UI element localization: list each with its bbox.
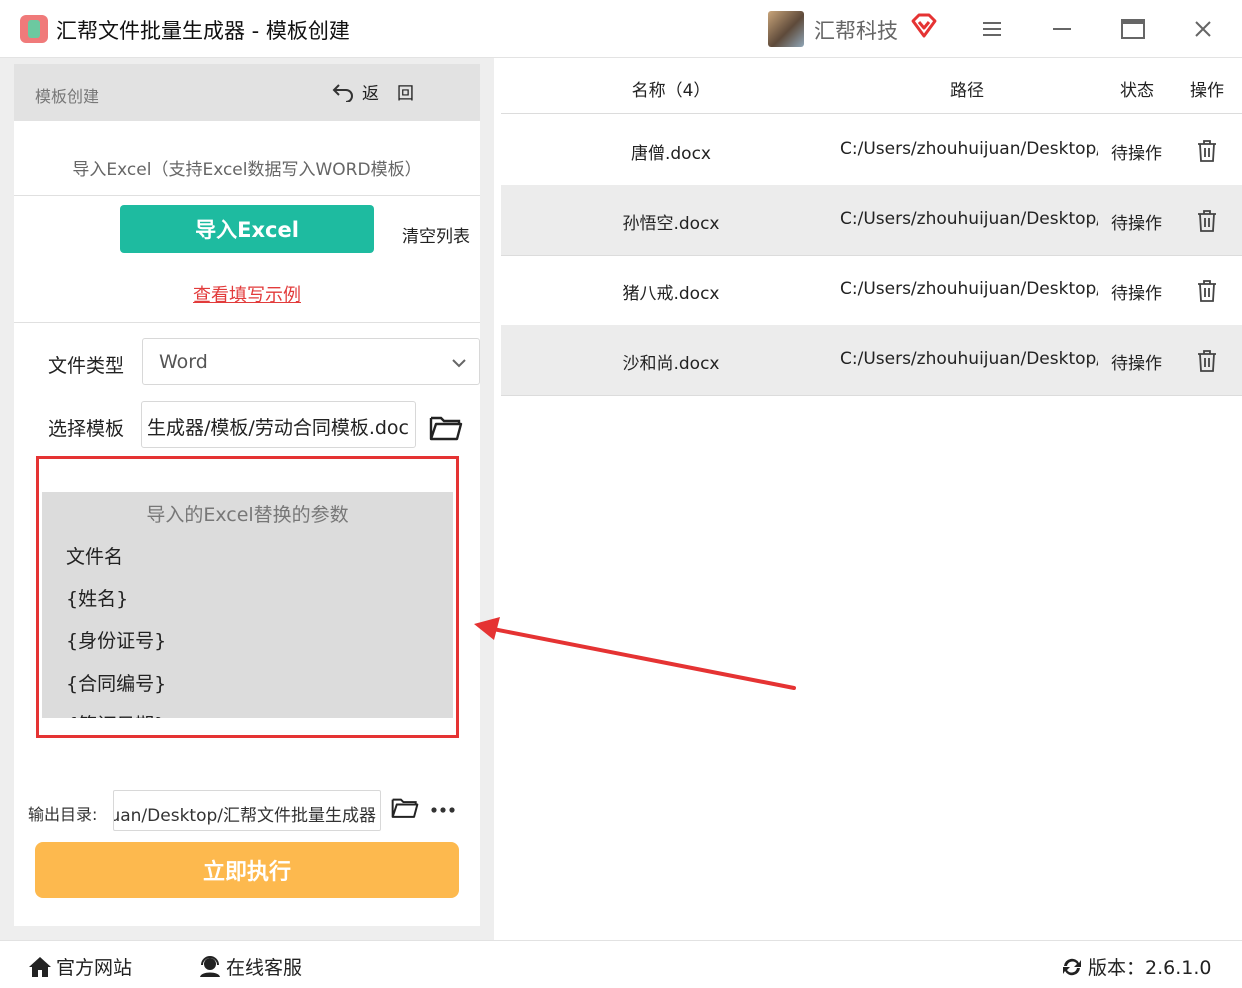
home-icon (29, 956, 51, 977)
close-icon (1195, 21, 1211, 37)
annotation-arrow-icon (474, 617, 796, 690)
file-type-label: 文件类型 (48, 355, 125, 377)
vip-diamond-icon[interactable] (910, 12, 938, 40)
output-dir-input[interactable]: uan/Desktop/汇帮文件批量生成器 (113, 790, 381, 831)
template-label: 选择模板 (48, 418, 125, 440)
column-header-name[interactable]: 名称（4） (501, 76, 841, 101)
file-type-select[interactable]: Word (142, 338, 480, 385)
more-options-icon[interactable] (430, 806, 456, 814)
clear-list-button[interactable]: 清空列表 (402, 222, 470, 247)
view-example-link[interactable]: 查看填写示例 (14, 281, 480, 307)
title-bar: 汇帮文件批量生成器 - 模板创建 汇帮科技 (0, 0, 1242, 58)
template-form: 模板创建 返回 导入Excel（支持Excel数据写入WORD模板） 导入Exc… (14, 64, 480, 926)
status-badge: 待操作 (1111, 284, 1162, 304)
window-title: 汇帮文件批量生成器 - 模板创建 (56, 19, 350, 43)
list-item: 文件名 (66, 546, 124, 568)
column-header-status[interactable]: 状态 (1111, 76, 1163, 101)
online-support-label: 在线客服 (226, 957, 303, 979)
file-path: C:/Users/zhouhuijuan/Desktop/ (840, 279, 1098, 299)
official-website-link[interactable]: 官方网站 (28, 953, 132, 980)
hamburger-icon (983, 22, 1001, 36)
support-agent-icon (200, 955, 220, 977)
list-item: {签订日期} (66, 710, 166, 718)
list-item: {姓名} (66, 588, 129, 610)
file-path: C:/Users/zhouhuijuan/Desktop/ (840, 349, 1098, 369)
params-title: 导入的Excel替换的参数 (146, 504, 349, 526)
file-name: 孙悟空.docx (622, 214, 720, 234)
trash-icon[interactable] (1196, 139, 1218, 163)
excel-hint: 导入Excel（支持Excel数据写入WORD模板） (72, 160, 422, 180)
maximize-icon (1121, 19, 1145, 39)
chevron-down-icon (452, 359, 466, 368)
trash-icon[interactable] (1196, 349, 1218, 373)
back-label: 返回 (362, 84, 432, 104)
table-header: 名称（4） 路径 状态 操作 (501, 58, 1242, 114)
trash-icon[interactable] (1196, 209, 1218, 233)
table-row[interactable]: 唐僧.docx C:/Users/zhouhuijuan/Desktop/ 待操… (501, 115, 1242, 186)
app-logo-icon (20, 15, 48, 43)
list-item: {合同编号} (66, 673, 167, 695)
back-button[interactable]: 返回 (332, 79, 432, 104)
table-row[interactable]: 孙悟空.docx C:/Users/zhouhuijuan/Desktop/ 待… (501, 185, 1242, 256)
version-info[interactable]: 版本：2.6.1.0 (1060, 953, 1211, 980)
status-badge: 待操作 (1111, 144, 1162, 164)
file-path: C:/Users/zhouhuijuan/Desktop/ (840, 209, 1098, 229)
minimize-button[interactable] (1047, 14, 1077, 44)
output-dir-value: uan/Desktop/汇帮文件批量生成器 (113, 806, 376, 826)
official-website-label: 官方网站 (56, 957, 133, 979)
params-list[interactable]: 导入的Excel替换的参数 文件名 {姓名} {身份证号} {合同编号} {签订… (42, 492, 453, 718)
table-row[interactable]: 猪八戒.docx C:/Users/zhouhuijuan/Desktop/ 待… (501, 255, 1242, 326)
close-button[interactable] (1188, 14, 1218, 44)
file-name: 猪八戒.docx (622, 284, 720, 304)
panel-title: 模板创建 (35, 87, 100, 106)
minimize-icon (1053, 28, 1071, 30)
brand-name: 汇帮科技 (814, 19, 898, 43)
status-badge: 待操作 (1111, 354, 1162, 374)
trash-icon[interactable] (1196, 279, 1218, 303)
file-path: C:/Users/zhouhuijuan/Desktop/ (840, 139, 1098, 159)
open-folder-icon[interactable] (429, 412, 463, 442)
divider (14, 195, 480, 196)
maximize-button[interactable] (1118, 14, 1148, 44)
divider (14, 322, 480, 323)
execute-button[interactable]: 立即执行 (35, 842, 459, 898)
avatar[interactable] (768, 11, 804, 47)
version-label: 版本：2.6.1.0 (1088, 957, 1212, 979)
open-folder-icon[interactable] (391, 794, 419, 820)
table-row[interactable]: 沙和尚.docx C:/Users/zhouhuijuan/Desktop/ 待… (501, 325, 1242, 396)
file-table: 名称（4） 路径 状态 操作 唐僧.docx C:/Users/zhouhuij… (501, 58, 1242, 940)
output-dir-label: 输出目录: (28, 805, 98, 824)
panel-header: 模板创建 返回 (14, 64, 480, 121)
file-type-value: Word (159, 351, 208, 373)
status-bar: 官方网站 在线客服 版本：2.6.1.0 (0, 940, 1242, 988)
column-header-action: 操作 (1190, 81, 1224, 101)
undo-arrow-icon (332, 83, 353, 102)
left-panel: 模板创建 返回 导入Excel（支持Excel数据写入WORD模板） 导入Exc… (0, 58, 494, 940)
column-header-path[interactable]: 路径 (941, 76, 993, 101)
file-name: 唐僧.docx (630, 144, 711, 164)
template-path-value: 生成器/模板/劳动合同模板.doc (147, 417, 409, 439)
online-support-link[interactable]: 在线客服 (198, 953, 302, 980)
status-badge: 待操作 (1111, 214, 1162, 234)
list-item: {身份证号} (66, 630, 167, 652)
refresh-icon (1063, 958, 1081, 975)
template-path-input[interactable]: 生成器/模板/劳动合同模板.doc (141, 401, 416, 448)
import-excel-button[interactable]: 导入Excel (120, 205, 374, 253)
menu-button[interactable] (977, 14, 1007, 44)
params-highlight-box: 导入的Excel替换的参数 文件名 {姓名} {身份证号} {合同编号} {签订… (36, 456, 459, 738)
file-name: 沙和尚.docx (622, 354, 720, 374)
